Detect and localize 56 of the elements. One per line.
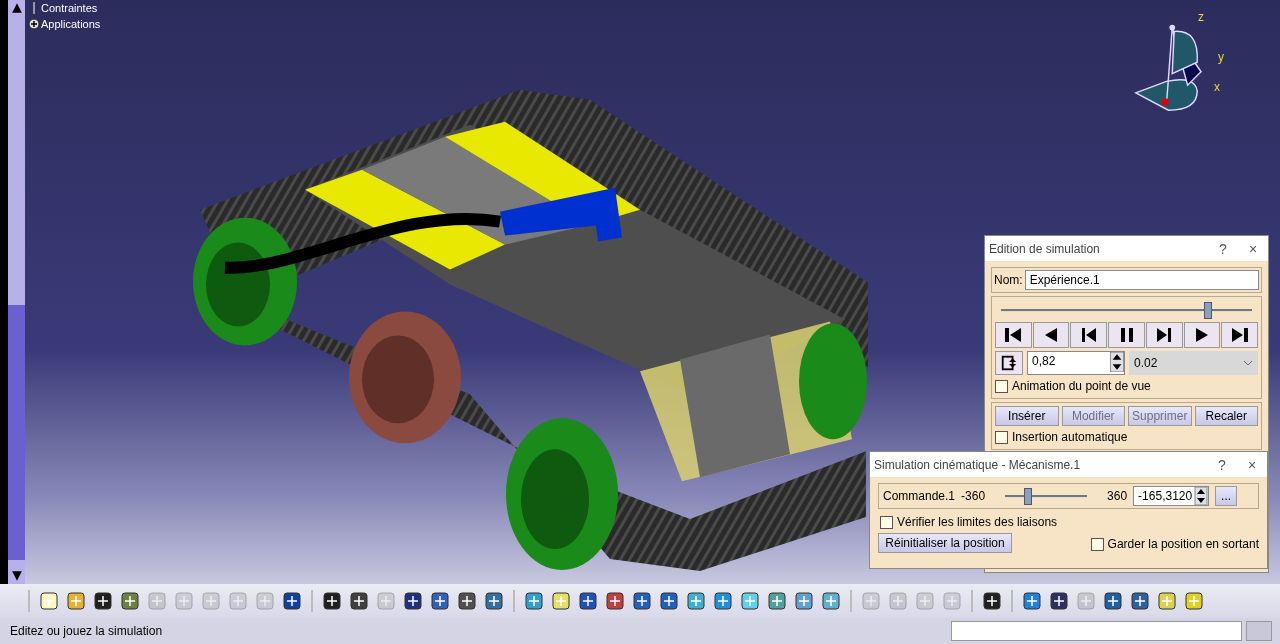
name-field[interactable]: Expérience.1 <box>1024 270 1259 290</box>
step-value: 0,82 <box>1032 353 1056 368</box>
axis-label: z <box>1198 10 1204 24</box>
dialog-title: Edition de simulation <box>989 241 1101 256</box>
chevron-down-icon <box>1243 360 1253 366</box>
slider-thumb[interactable] <box>1203 302 1212 319</box>
command-input-field[interactable] <box>951 621 1242 641</box>
play-button[interactable] <box>1183 322 1221 348</box>
slider-thumb[interactable] <box>1024 487 1033 505</box>
checkbox-label: Insertion automatique <box>1012 430 1128 444</box>
scroll-up-icon[interactable] <box>10 2 23 14</box>
more-button[interactable]: ... <box>1215 486 1238 506</box>
help-button[interactable]: ? <box>1207 456 1237 473</box>
page-arrows-icon <box>1000 354 1018 372</box>
command-value: -165,3120 <box>1138 488 1193 503</box>
close-button[interactable]: × <box>1238 240 1268 257</box>
spinner-icon[interactable] <box>1194 487 1209 505</box>
status-message: Editez ou jouez la simulation <box>10 624 164 638</box>
dialog-button[interactable]: Recaler <box>1194 406 1258 426</box>
checkbox[interactable] <box>880 515 893 529</box>
axis-label: x <box>1214 80 1220 94</box>
command-value-field[interactable]: -165,3120 <box>1133 486 1210 506</box>
checkbox-label: Garder la position en sortant <box>1107 537 1259 551</box>
first-button[interactable] <box>995 322 1032 348</box>
step-value-field[interactable]: 0,82 <box>1027 351 1125 375</box>
checkbox-label: Animation du point de vue <box>1012 379 1151 393</box>
scrollbar-thumb[interactable] <box>8 305 25 560</box>
scrollbar[interactable] <box>8 0 25 584</box>
checkbox[interactable] <box>1090 537 1104 551</box>
dialog-title: Simulation cinématique - Mécanisme.1 <box>874 457 1082 472</box>
checkbox-label: Vérifier les limites des liaisons <box>897 515 1058 529</box>
help-button[interactable]: ? <box>1208 240 1238 257</box>
expand-icon[interactable] <box>28 18 40 30</box>
step-mode-button[interactable] <box>995 351 1023 375</box>
name-label: Nom: <box>994 273 1023 287</box>
last-button[interactable] <box>1221 322 1259 348</box>
back-button[interactable] <box>1032 322 1070 348</box>
tree-item[interactable]: Contraintes <box>41 2 98 14</box>
pause-button[interactable] <box>1108 322 1145 348</box>
step-forward-button[interactable] <box>1145 322 1183 348</box>
spinner-icon[interactable] <box>1110 352 1124 372</box>
max-value: 360 <box>1107 489 1128 503</box>
first-icon <box>1003 325 1024 345</box>
checkbox[interactable] <box>995 430 1008 444</box>
close-button[interactable]: × <box>1237 456 1267 473</box>
step-back-button[interactable] <box>1070 322 1108 348</box>
scroll-down-icon[interactable] <box>10 570 23 582</box>
axis-label: y <box>1218 50 1224 64</box>
last-icon <box>1229 325 1250 345</box>
command-label: Commande.1 <box>883 489 956 503</box>
min-value: -360 <box>961 489 986 503</box>
tree-item[interactable]: Applications <box>41 18 101 30</box>
checkbox[interactable] <box>995 379 1008 393</box>
dialog-button[interactable]: Insérer <box>995 406 1059 426</box>
step-size-dropdown[interactable]: 0.02 <box>1129 351 1258 375</box>
reset-position-button[interactable]: Réinitialiser la position <box>878 533 1012 553</box>
